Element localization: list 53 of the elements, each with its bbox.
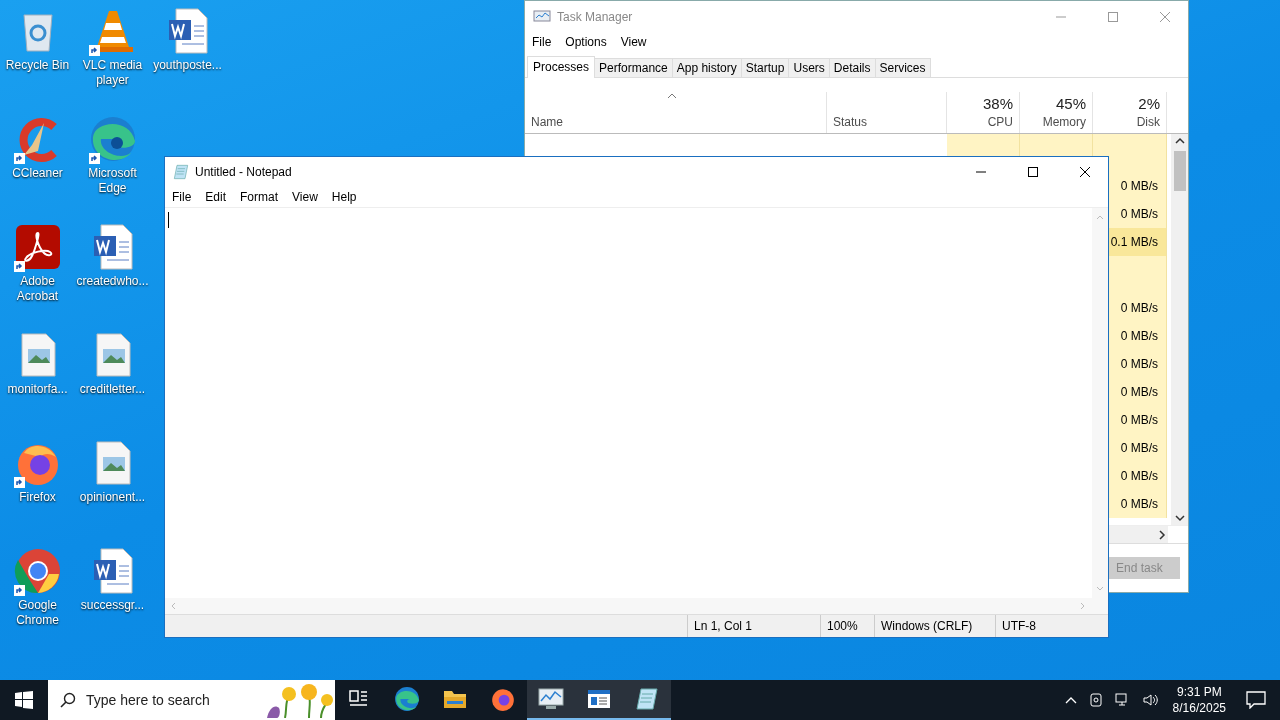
window-title: Untitled - Notepad xyxy=(195,165,292,179)
tab[interactable]: Startup xyxy=(740,58,790,77)
column-header[interactable]: Name xyxy=(525,92,827,133)
icon-label: createdwho... xyxy=(75,274,150,289)
menu-item[interactable]: View xyxy=(285,188,325,206)
column-label: CPU xyxy=(987,115,1013,129)
status-field: UTF-8 xyxy=(995,615,1108,637)
column-header[interactable]: Status xyxy=(827,92,947,133)
search-field[interactable]: Type here to search xyxy=(48,680,335,720)
column-label: Memory xyxy=(1042,115,1086,129)
clock[interactable]: 9:31 PM 8/16/2025 xyxy=(1164,684,1234,716)
date-text: 8/16/2025 xyxy=(1172,700,1226,716)
menu-item[interactable]: File xyxy=(525,33,559,51)
tab[interactable]: Users xyxy=(788,58,830,77)
usage-percent: 2% xyxy=(1138,95,1160,112)
icon-label: creditletter... xyxy=(78,382,147,397)
tab[interactable]: Details xyxy=(828,58,876,77)
desktop-icon[interactable]: successgr... xyxy=(75,540,150,648)
menu-item[interactable]: Format xyxy=(233,188,286,206)
icon-label: Firefox xyxy=(18,490,57,505)
usage-percent: 38% xyxy=(982,95,1013,112)
menu-item[interactable]: Help xyxy=(324,188,364,206)
status-field: 100% xyxy=(820,615,874,637)
icon-label: Adobe Acrobat xyxy=(15,274,60,304)
icon-label: Google Chrome xyxy=(15,598,60,628)
menu-item[interactable]: Edit xyxy=(198,188,234,206)
column-label: Disk xyxy=(1136,115,1160,129)
icon-label: CCleaner xyxy=(11,166,64,181)
status-field: Windows (CRLF) xyxy=(874,615,995,637)
time-text: 9:31 PM xyxy=(1176,684,1222,700)
column-label: Status xyxy=(833,115,869,129)
tab[interactable]: Processes xyxy=(527,56,596,78)
column-header[interactable]: 38% CPU xyxy=(947,92,1020,133)
icon-label: VLC media player xyxy=(81,58,144,88)
icon-label: monitorfa... xyxy=(6,382,69,397)
icon-label: Recycle Bin xyxy=(4,58,71,73)
window-title: Task Manager xyxy=(557,9,633,24)
menu-item[interactable]: Options xyxy=(558,33,614,51)
menu-item[interactable]: View xyxy=(613,33,654,51)
icon-label: Microsoft Edge xyxy=(87,166,138,196)
tab[interactable]: Services xyxy=(874,58,931,77)
usage-percent: 45% xyxy=(1055,95,1086,112)
status-field: Ln 1, Col 1 xyxy=(687,615,820,637)
menu-item[interactable]: File xyxy=(165,188,199,206)
icon-label: youthposte... xyxy=(152,58,223,73)
column-label: Name xyxy=(531,115,564,129)
tab[interactable]: Performance xyxy=(594,58,673,77)
column-header[interactable]: 45% Memory xyxy=(1020,92,1093,133)
tab[interactable]: App history xyxy=(671,58,742,77)
icon-label: opinionent... xyxy=(78,490,147,505)
desktop-icon[interactable]: Google Chrome xyxy=(0,540,75,648)
column-header[interactable]: 2% Disk xyxy=(1093,92,1167,133)
icon-label: successgr... xyxy=(79,598,146,613)
